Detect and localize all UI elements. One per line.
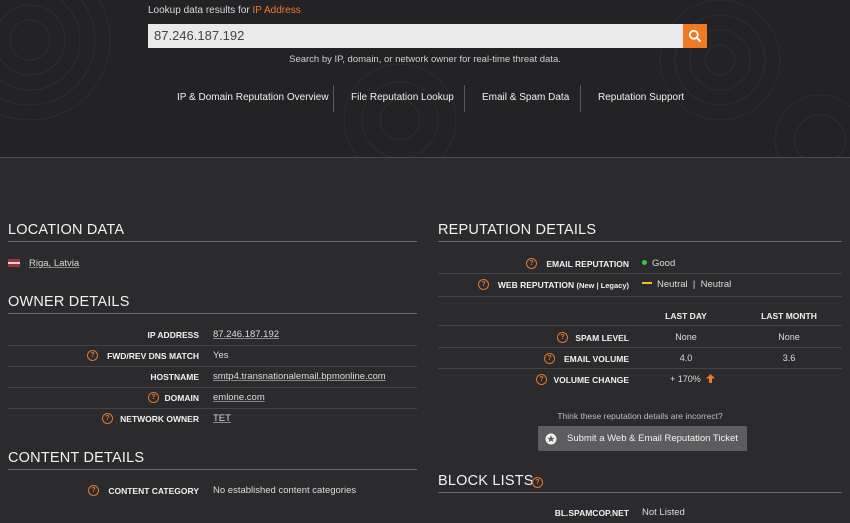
owner-domain-label: DOMAIN	[164, 393, 199, 403]
section-rule	[8, 469, 417, 470]
owner-dns-value: Yes	[213, 350, 229, 361]
web-reputation-value: Neutral | Neutral	[642, 279, 731, 290]
incorrect-details-prompt: Think these reputation details are incor…	[557, 411, 723, 421]
row-divider	[438, 368, 842, 369]
help-icon[interactable]: ?	[532, 477, 543, 488]
row-divider	[438, 325, 842, 326]
nav-reputation-support[interactable]: Reputation Support	[598, 84, 684, 112]
block-lists-title: BLOCK LISTS	[438, 473, 534, 489]
arrow-up-icon	[706, 374, 716, 383]
volume-change-label: VOLUME CHANGE	[553, 375, 629, 385]
help-icon[interactable]: ?	[102, 413, 113, 424]
help-icon[interactable]: ?	[88, 485, 99, 496]
row-divider	[438, 273, 842, 274]
help-icon[interactable]: ?	[536, 374, 547, 385]
help-icon[interactable]: ?	[148, 392, 159, 403]
location-title: LOCATION DATA	[8, 222, 125, 238]
help-icon[interactable]: ?	[526, 258, 537, 269]
search-help-text: Search by IP, domain, or network owner f…	[289, 54, 561, 65]
owner-ip-value[interactable]: 87.246.187.192	[213, 329, 279, 340]
email-reputation-value: Good	[642, 258, 675, 269]
nav-separator	[464, 85, 465, 112]
email-volume-label: EMAIL VOLUME	[563, 354, 629, 364]
owner-network-value[interactable]: TET	[213, 413, 231, 424]
owner-hostname-value[interactable]: smtp4.transnationalemail.bpmonline.com	[213, 371, 386, 382]
row-divider	[8, 408, 417, 409]
web-reputation-label: WEB REPUTATION (New | Legacy)	[497, 280, 629, 290]
lookup-results-label: Lookup data results for IP Address	[148, 5, 301, 16]
owner-hostname-label: HOSTNAME	[150, 372, 199, 382]
search-icon	[688, 29, 702, 43]
owner-dns-label: FWD/REV DNS MATCH	[107, 351, 199, 361]
search-button[interactable]	[683, 24, 707, 48]
volume-change-value: + 170%	[670, 374, 716, 384]
email-volume-day: 4.0	[679, 353, 693, 363]
help-icon[interactable]: ?	[544, 353, 555, 364]
email-reputation-label: EMAIL REPUTATION	[546, 259, 629, 269]
content-title: CONTENT DETAILS	[8, 450, 145, 466]
nav-separator	[580, 85, 581, 112]
email-volume-month: 3.6	[782, 353, 796, 363]
col-last-month: LAST MONTH	[761, 311, 817, 321]
row-divider	[438, 347, 842, 348]
row-divider	[8, 366, 417, 367]
help-icon[interactable]: ?	[87, 350, 98, 361]
nav-separator	[333, 85, 334, 112]
owner-network-label: NETWORK OWNER	[120, 414, 199, 424]
col-last-day: LAST DAY	[665, 311, 707, 321]
spam-level-label: SPAM LEVEL	[575, 333, 629, 343]
spam-level-day: None	[675, 332, 697, 342]
search-hero: Lookup data results for IP Address 87.24…	[0, 0, 850, 158]
good-status-dot	[642, 260, 647, 265]
row-divider	[8, 345, 417, 346]
reputation-title: REPUTATION DETAILS	[438, 222, 597, 238]
spam-level-month: None	[778, 332, 800, 342]
section-rule	[8, 241, 417, 242]
help-icon[interactable]: ?	[478, 279, 489, 290]
latvia-flag-icon	[8, 259, 20, 267]
nav-ip-domain-overview[interactable]: IP & Domain Reputation Overview	[177, 84, 329, 112]
main-nav: IP & Domain Reputation Overview File Rep…	[0, 84, 850, 112]
spamcop-value: Not Listed	[642, 507, 685, 518]
submit-ticket-button[interactable]: Submit a Web & Email Reputation Ticket	[538, 426, 747, 451]
content-category-label: CONTENT CATEGORY	[108, 486, 199, 496]
nav-file-reputation[interactable]: File Reputation Lookup	[351, 84, 454, 112]
search-input[interactable]: 87.246.187.192	[148, 24, 683, 48]
section-rule	[8, 313, 417, 314]
help-icon[interactable]: ?	[557, 332, 568, 343]
submit-ticket-label: Submit a Web & Email Reputation Ticket	[567, 433, 738, 444]
location-place[interactable]: Riga, Latvia	[29, 258, 79, 269]
lookup-type-highlight: IP Address	[252, 5, 301, 16]
section-rule	[438, 241, 842, 242]
star-icon	[545, 433, 557, 444]
owner-domain-value[interactable]: emlone.com	[213, 392, 265, 403]
row-divider	[438, 296, 842, 297]
section-rule	[438, 492, 842, 493]
neutral-status-dash	[642, 282, 652, 284]
nav-email-spam[interactable]: Email & Spam Data	[482, 84, 569, 112]
spamcop-label: BL.SPAMCOP.NET	[554, 508, 629, 518]
owner-title: OWNER DETAILS	[8, 294, 130, 310]
row-divider	[8, 387, 417, 388]
hero-divider	[0, 157, 850, 158]
content-category-value: No established content categories	[213, 485, 357, 496]
owner-ip-label: IP ADDRESS	[147, 330, 200, 340]
